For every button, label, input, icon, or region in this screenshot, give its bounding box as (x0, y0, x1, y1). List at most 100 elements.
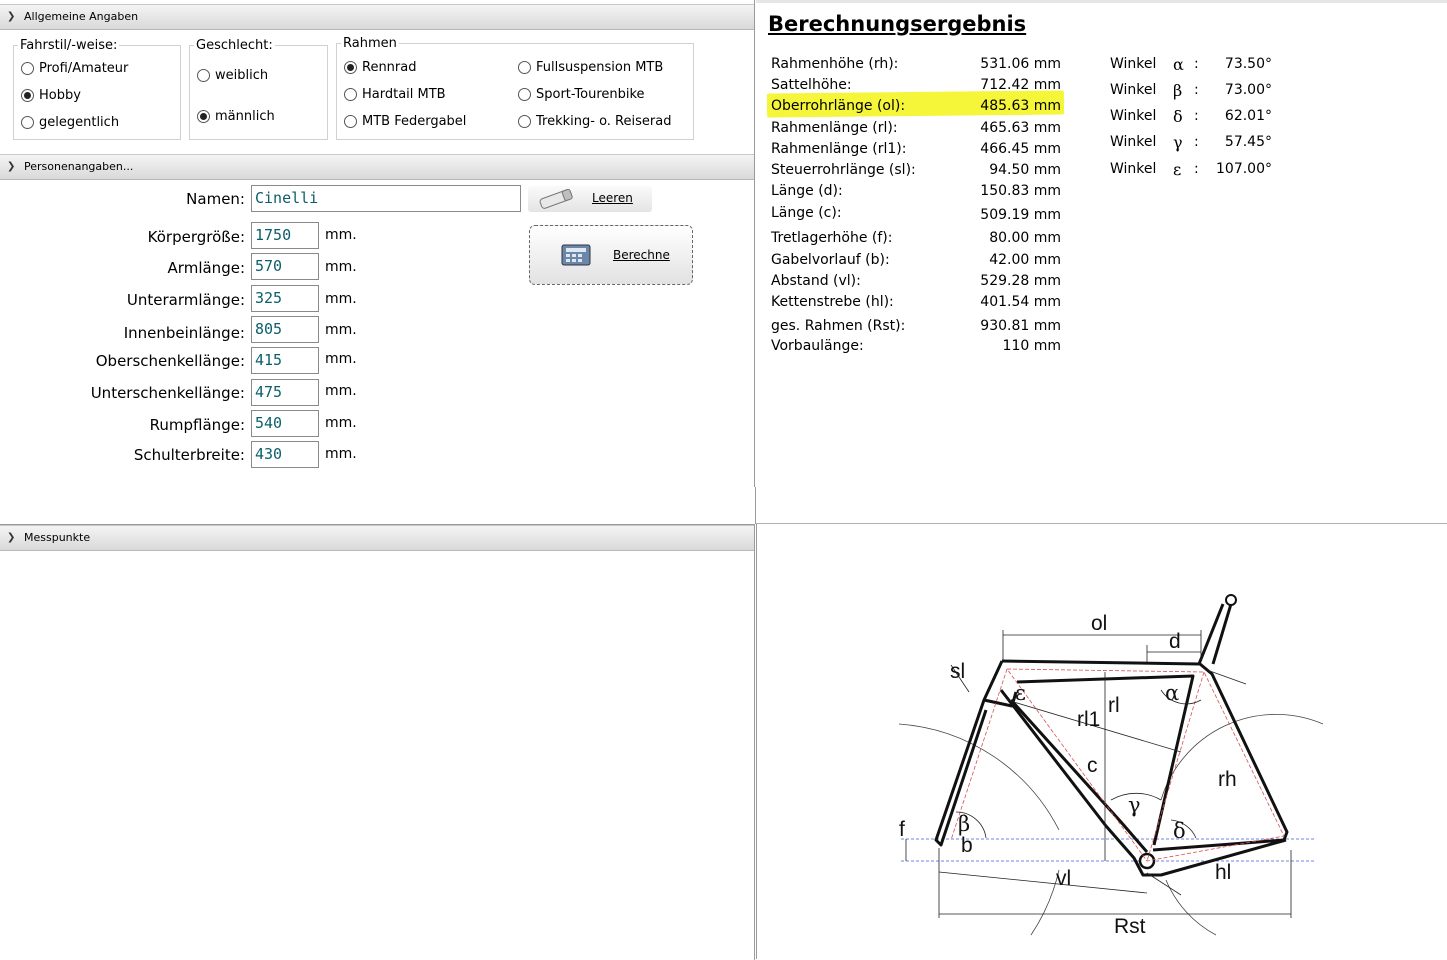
clear-button[interactable]: Leeren (528, 186, 652, 212)
result-value: 466.45 mm (980, 141, 1061, 157)
shoulder-width-label: Schulterbreite: (133, 446, 245, 464)
beta-symbol: β (1173, 81, 1183, 100)
delta-symbol: δ (1173, 107, 1183, 126)
radio-frame-3[interactable]: Sport-Tourenbike (518, 87, 645, 102)
radio-riding-style-2[interactable]: gelegentlich (21, 115, 119, 130)
section-title: Messpunkte (24, 531, 91, 544)
inseam-input[interactable]: 805 (251, 316, 319, 343)
chevron-down-icon: ❯ (7, 11, 16, 22)
result-value: 110 mm (1002, 338, 1061, 354)
front-wheel-arc-bottom (1030, 869, 1060, 936)
result-label: Kettenstrebe (hl): (771, 294, 894, 310)
inseam-label: Innenbeinlänge: (123, 324, 245, 342)
gender-legend: Geschlecht: (196, 38, 273, 53)
clear-button-label: Leeren (592, 191, 633, 205)
angle-value: 57.45° (1224, 134, 1272, 150)
splitter[interactable] (0, 487, 756, 524)
result-label: Oberrohrlänge (ol): (771, 98, 906, 114)
body-height-input[interactable]: 1750 (251, 222, 319, 249)
label-b: b (961, 834, 973, 857)
label-rl: rl (1108, 694, 1120, 717)
radio-gender-0[interactable]: weiblich (197, 68, 268, 83)
results-pane: Berechnungsergebnis Rahmenhöhe (rh): 531… (756, 0, 1447, 524)
radio-dot-icon (344, 115, 357, 128)
shoulder-width-input[interactable]: 430 (251, 441, 319, 468)
eraser-icon (539, 189, 573, 209)
label-sl: sl (950, 660, 965, 683)
torso-length-input[interactable]: 540 (251, 410, 319, 437)
radio-frame-1[interactable]: Fullsuspension MTB (518, 60, 663, 75)
angle-word: Winkel (1110, 108, 1157, 124)
result-label: Vorbaulänge: (771, 338, 864, 354)
left-top-pane: ❯ Allgemeine Angaben Fahrstil/-weise: Ge… (0, 0, 755, 487)
body-height-label: Körpergröße: (147, 228, 245, 246)
radio-label: Hardtail MTB (362, 87, 446, 102)
radio-dot-icon (518, 61, 531, 74)
result-label: ges. Rahmen (Rst): (771, 318, 906, 334)
unit-label: mm. (325, 259, 357, 275)
label-hl: hl (1215, 861, 1231, 884)
radio-label: Hobby (39, 88, 81, 103)
section-title: Allgemeine Angaben (24, 10, 139, 23)
section-header-measure[interactable]: ❯ Messpunkte (0, 525, 754, 551)
front-wheel-arc-top (898, 723, 1060, 831)
radio-frame-5[interactable]: Trekking- o. Reiserad (518, 114, 671, 129)
result-value: 509.19 mm (980, 207, 1061, 223)
result-label: Tretlagerhöhe (f): (771, 230, 893, 246)
radio-gender-1[interactable]: männlich (197, 109, 275, 124)
forearm-length-input[interactable]: 325 (251, 285, 319, 312)
radio-label: Trekking- o. Reiserad (536, 114, 672, 129)
diagram-pane: ol d sl ε α rl rl1 c γ rh f β b δ vl hl … (756, 524, 1447, 959)
section-header-person[interactable]: ❯ Personenangaben... (0, 154, 754, 180)
result-label: Rahmenhöhe (rh): (771, 56, 899, 72)
shin-length-label: Unterschenkellänge: (90, 384, 245, 402)
thigh-length-label: Oberschenkellänge: (95, 352, 245, 370)
result-label: Sattelhöhe: (771, 77, 852, 93)
left-bottom-pane: ❯ Messpunkte (0, 524, 755, 960)
thigh-length-input[interactable]: 415 (251, 347, 319, 374)
result-value: 150.83 mm (980, 183, 1061, 199)
forearm-length-label: Unterarmlänge: (126, 291, 245, 309)
radio-frame-0[interactable]: Rennrad (344, 60, 417, 75)
radio-dot-icon (21, 116, 34, 129)
top-and-seatstay-tube (1001, 659, 1289, 852)
gamma-symbol: γ (1173, 133, 1183, 152)
angle-value: 73.00° (1224, 82, 1272, 98)
frame-tubes (934, 603, 1289, 877)
calculate-button[interactable]: Berechne (529, 225, 693, 285)
unit-label: mm. (325, 322, 357, 338)
arm-length-input[interactable]: 570 (251, 253, 319, 280)
angle-value: 107.00° (1216, 161, 1272, 177)
result-label: Rahmenlänge (rl): (771, 120, 898, 136)
shin-length-input[interactable]: 475 (251, 379, 319, 406)
section-header-general[interactable]: ❯ Allgemeine Angaben (0, 4, 754, 30)
radio-label: Sport-Tourenbike (536, 87, 645, 102)
name-label: Namen: (186, 190, 245, 208)
name-input[interactable]: Cinelli (251, 185, 521, 212)
label-ol: ol (1091, 612, 1107, 635)
label-epsilon: ε (1015, 681, 1026, 705)
result-label: Rahmenlänge (rl1): (771, 141, 907, 157)
result-value: 465.63 mm (980, 120, 1061, 136)
dim-hl-left (1146, 872, 1182, 896)
dim-vl (938, 871, 1148, 894)
seatpost (1197, 603, 1225, 665)
unit-label: mm. (325, 446, 357, 462)
radio-frame-4[interactable]: MTB Federgabel (344, 114, 466, 129)
rear-wheel-arc-top (1160, 714, 1324, 801)
frame-centerline (1006, 668, 1285, 862)
label-c: c (1087, 754, 1098, 777)
radio-dot-icon (21, 89, 34, 102)
result-value: 42.00 mm (989, 252, 1061, 268)
radio-riding-style-1[interactable]: Hobby (21, 88, 81, 103)
seatpost-right (1211, 603, 1233, 665)
gender-group: Geschlecht: (189, 38, 328, 140)
top-border (756, 0, 1447, 3)
results-title: Berechnungsergebnis (768, 12, 1027, 36)
radio-riding-style-0[interactable]: Profi/Amateur (21, 61, 128, 76)
result-label: Abstand (vl): (771, 273, 861, 289)
epsilon-symbol: ε (1173, 160, 1182, 179)
frame-legend: Rahmen (343, 36, 397, 51)
radio-frame-2[interactable]: Hardtail MTB (344, 87, 446, 102)
radio-label: weiblich (215, 68, 269, 83)
